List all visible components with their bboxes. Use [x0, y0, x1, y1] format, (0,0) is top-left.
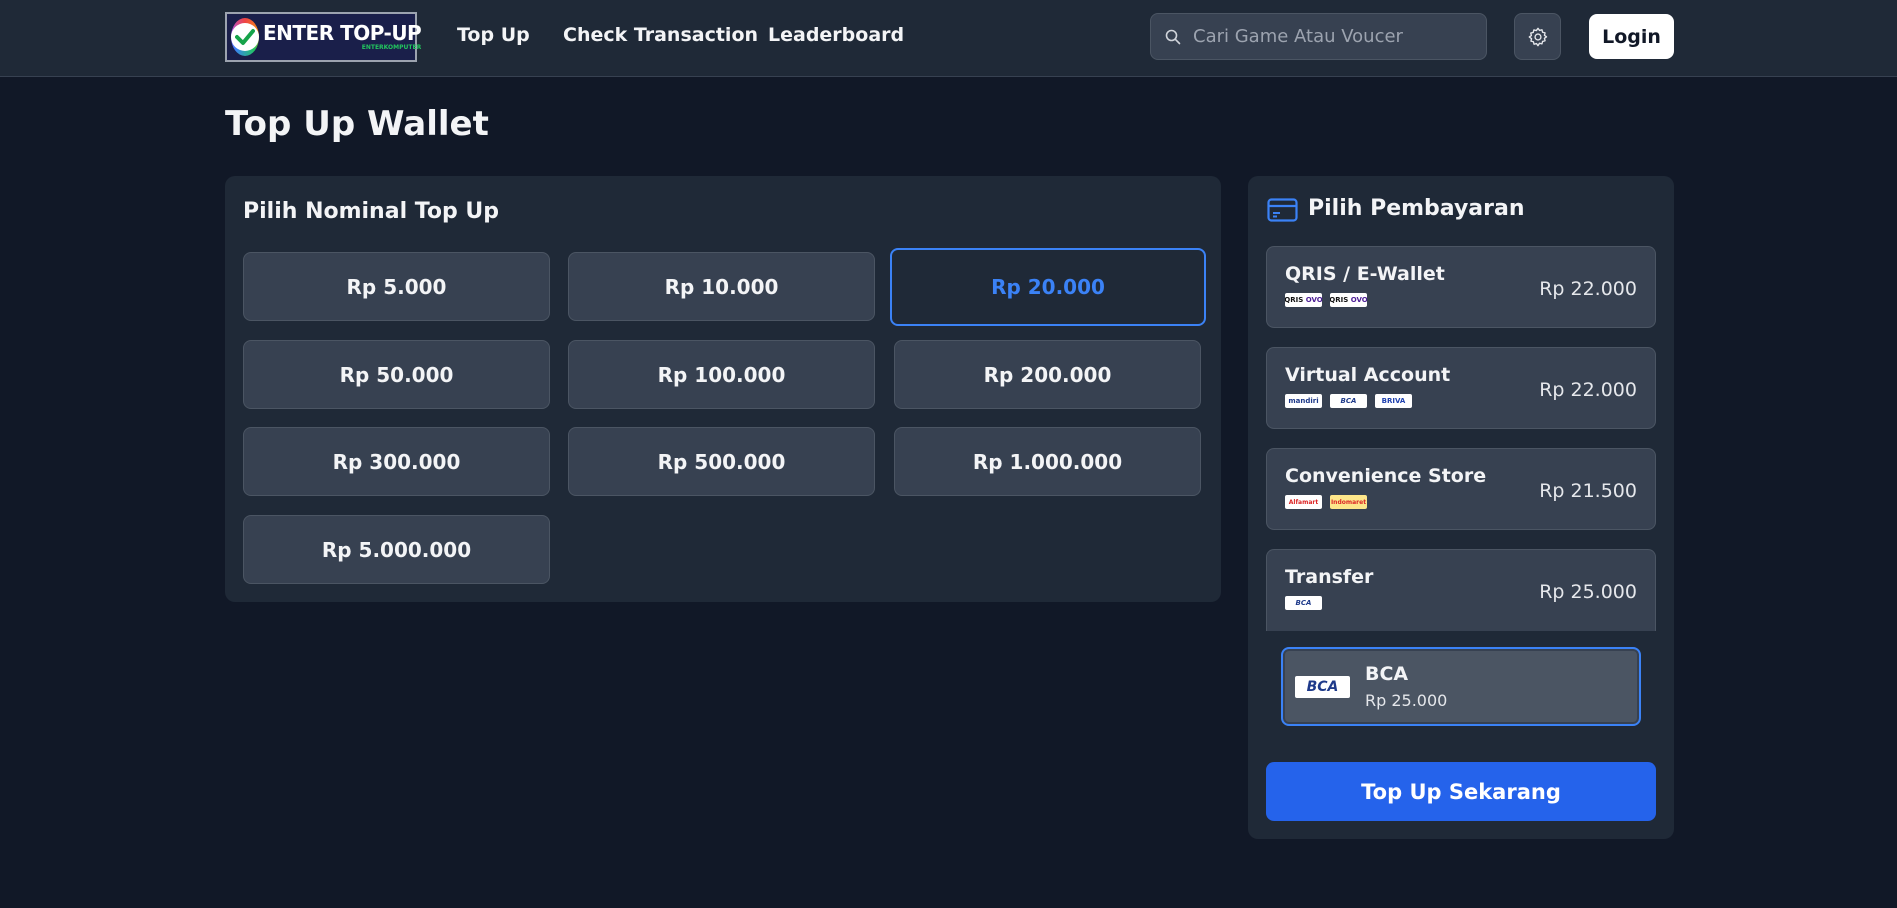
nominal-heading: Pilih Nominal Top Up — [243, 199, 499, 224]
settings-button[interactable] — [1514, 13, 1561, 60]
bca-option-name: BCA — [1365, 663, 1409, 685]
search-input[interactable] — [1193, 26, 1473, 47]
nominal-option-selected[interactable]: Rp 20.000 — [890, 248, 1206, 326]
nominal-option[interactable]: Rp 1.000.000 — [894, 427, 1201, 496]
logo-emblem — [231, 18, 259, 56]
credit-card-icon — [1267, 198, 1298, 222]
nominal-option[interactable]: Rp 10.000 — [568, 252, 875, 321]
bca-option-price: Rp 25.000 — [1365, 691, 1448, 710]
nominal-option[interactable]: Rp 200.000 — [894, 340, 1201, 409]
nominal-option[interactable]: Rp 5.000 — [243, 252, 550, 321]
top-navbar: ENTER TOP-UP ENTERKOMPUTER Top Up Check … — [0, 0, 1897, 77]
payment-method-name: Convenience Store — [1285, 465, 1487, 487]
payment-panel: Pilih Pembayaran QRIS / E-Wallet Rp 22.0… — [1248, 176, 1674, 839]
search-box — [1150, 13, 1487, 60]
nav-top-up[interactable]: Top Up — [457, 24, 530, 46]
payment-method-price: Rp 21.500 — [1539, 480, 1637, 502]
bca-logo: BCA — [1295, 676, 1350, 698]
search-icon — [1165, 29, 1181, 44]
nominal-option[interactable]: Rp 100.000 — [568, 340, 875, 409]
bca-logo: BCA — [1285, 596, 1322, 610]
nominal-option[interactable]: Rp 300.000 — [243, 427, 550, 496]
payment-method-convenience-store[interactable]: Convenience Store Rp 21.500 Alfamart Ind… — [1266, 448, 1656, 530]
site-logo[interactable]: ENTER TOP-UP ENTERKOMPUTER — [225, 12, 422, 62]
login-button[interactable]: Login — [1589, 14, 1674, 59]
logo-text: ENTER TOP-UP — [263, 21, 422, 45]
payment-method-virtual-account[interactable]: Virtual Account Rp 22.000 mandiri BCA BR… — [1266, 347, 1656, 429]
nav-leaderboard[interactable]: Leaderboard — [768, 24, 904, 46]
logo-subtext: ENTERKOMPUTER — [361, 44, 422, 51]
indomaret-logo: Indomaret — [1330, 495, 1367, 509]
nominal-option[interactable]: Rp 5.000.000 — [243, 515, 550, 584]
bca-logo: BCA — [1330, 394, 1367, 408]
alfamart-logo: Alfamart — [1285, 495, 1322, 509]
nominal-option[interactable]: Rp 50.000 — [243, 340, 550, 409]
gear-icon — [1528, 27, 1547, 46]
nominal-panel: Pilih Nominal Top Up Rp 5.000 Rp 10.000 … — [225, 176, 1221, 602]
payment-method-price: Rp 22.000 — [1539, 278, 1637, 300]
payment-method-transfer[interactable]: Transfer Rp 25.000 BCA — [1266, 549, 1656, 631]
top-up-now-button[interactable]: Top Up Sekarang — [1266, 762, 1656, 821]
qris-ovo-logo: QRIS OVO — [1330, 293, 1367, 307]
qris-ovo-logo: QRIS OVO — [1285, 293, 1322, 307]
payment-method-price: Rp 22.000 — [1539, 379, 1637, 401]
checkmark-icon — [235, 29, 255, 45]
payment-method-name: QRIS / E-Wallet — [1285, 263, 1445, 285]
payment-method-name: Transfer — [1285, 566, 1374, 588]
payment-heading: Pilih Pembayaran — [1308, 196, 1525, 221]
nominal-option[interactable]: Rp 500.000 — [568, 427, 875, 496]
nav-check-transaction[interactable]: Check Transaction — [563, 24, 758, 46]
payment-method-name: Virtual Account — [1285, 364, 1451, 386]
page-title: Top Up Wallet — [225, 104, 489, 144]
payment-method-qris[interactable]: QRIS / E-Wallet Rp 22.000 QRIS OVO QRIS … — [1266, 246, 1656, 328]
briva-logo: BRIVA — [1375, 394, 1412, 408]
payment-method-price: Rp 25.000 — [1539, 581, 1637, 603]
mandiri-logo: mandiri — [1285, 394, 1322, 408]
bca-transfer-option-selected[interactable]: BCA BCA Rp 25.000 — [1281, 647, 1641, 726]
